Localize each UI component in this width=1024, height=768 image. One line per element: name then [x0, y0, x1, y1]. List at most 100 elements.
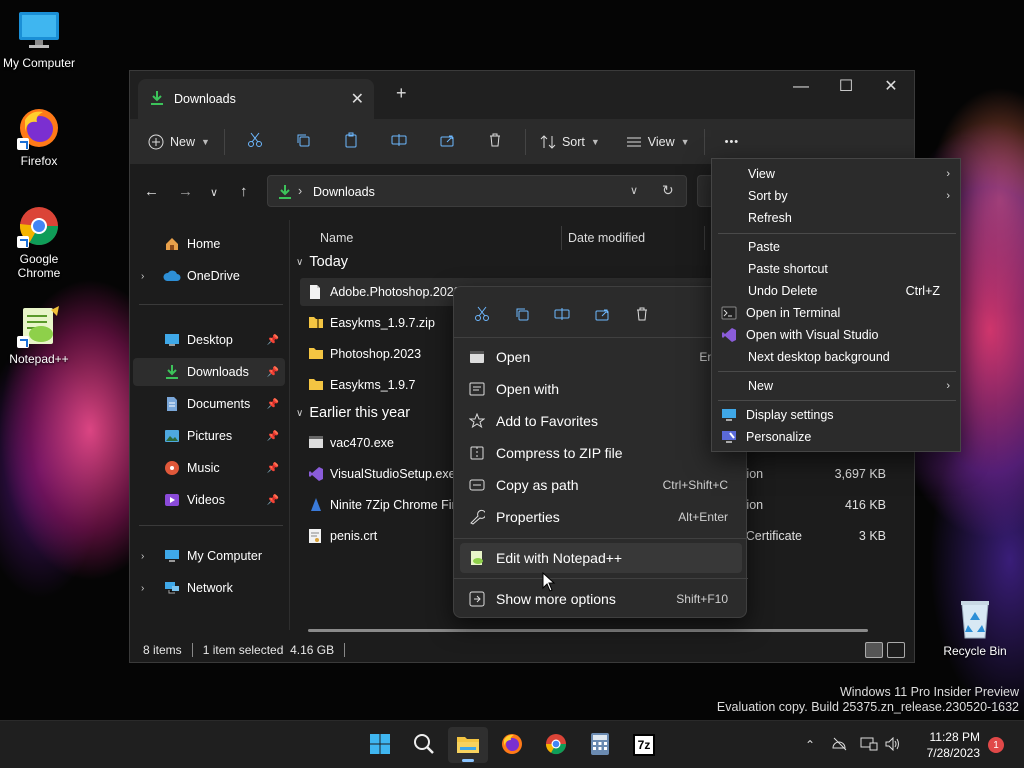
horizontal-scrollbar[interactable]	[308, 629, 868, 632]
cut-icon[interactable]	[462, 301, 502, 327]
menu-item-undo-delete[interactable]: Undo Delete Ctrl+Z	[716, 280, 958, 302]
taskbar-file-explorer[interactable]	[448, 727, 488, 763]
volume-icon[interactable]	[882, 736, 904, 754]
taskbar-firefox[interactable]	[492, 727, 532, 763]
menu-item-open-with-visual-studio[interactable]: Open with Visual Studio	[716, 324, 958, 346]
shortcut-text: Shift+F10	[676, 592, 728, 606]
menu-item-paste-shortcut[interactable]: Paste shortcut	[716, 258, 958, 280]
sidebar-item-desktop[interactable]: Desktop 📌	[133, 326, 285, 354]
sidebar-item-label: Desktop	[187, 333, 233, 347]
taskbar-7zip[interactable]: 7z	[624, 727, 664, 763]
column-header-date-modified[interactable]: Date modified	[568, 224, 645, 252]
notepadpp-icon	[468, 549, 486, 567]
mouse-cursor-icon	[542, 572, 556, 592]
context-item-edit-with-notepadpp[interactable]: Edit with Notepad++	[460, 543, 742, 573]
firefox-icon	[17, 106, 61, 150]
share-icon[interactable]	[582, 301, 622, 327]
sidebar-item-my-computer[interactable]: › My Computer	[133, 542, 285, 570]
chevron-right-icon[interactable]: ›	[141, 271, 144, 282]
menu-item-new[interactable]: New ›	[716, 375, 958, 397]
shortcut-text: Ctrl+Z	[905, 284, 940, 298]
sidebar-item-downloads[interactable]: Downloads 📌	[133, 358, 285, 386]
sidebar-item-network[interactable]: › Network	[133, 574, 285, 602]
sidebar-item-label: Documents	[187, 397, 251, 411]
menu-item-sort-by[interactable]: Sort by ›	[716, 185, 958, 207]
context-item-properties[interactable]: Properties Alt+Enter	[460, 502, 742, 532]
sidebar-item-music[interactable]: Music 📌	[133, 454, 285, 482]
pictures-icon	[163, 428, 181, 444]
details-view-icon[interactable]	[865, 642, 883, 658]
sidebar-item-pictures[interactable]: Pictures 📌	[133, 422, 285, 450]
show-hidden-icons-chevron-icon[interactable]: ⌃	[800, 738, 820, 752]
taskbar-calculator[interactable]	[580, 727, 620, 763]
desktop-icon-my-computer[interactable]: My Computer	[1, 8, 77, 70]
desktop-icon-notepadpp[interactable]: Notepad++	[1, 304, 77, 366]
context-item-add-to-favorites[interactable]: Add to Favorites	[460, 406, 742, 436]
context-item-open-with[interactable]: Open with	[460, 374, 742, 404]
tiles-view-icon[interactable]	[887, 642, 905, 658]
trash-icon[interactable]	[622, 301, 662, 327]
sidebar-item-label: Home	[187, 237, 221, 251]
desktop-icon-label: Google Chrome	[17, 252, 61, 280]
menu-item-label: Open in Terminal	[746, 306, 841, 320]
group-header-earlier-this-year[interactable]: ∨ Earlier this year	[296, 405, 410, 421]
menu-item-label: Paste	[748, 240, 780, 254]
network-disconnected-icon[interactable]	[824, 737, 856, 754]
context-item-copy-as-path[interactable]: Copy as path Ctrl+Shift+C	[460, 470, 742, 500]
desktop-icon-chrome[interactable]: Google Chrome	[1, 204, 77, 280]
monitor-icon	[17, 8, 61, 52]
clock[interactable]: 11:28 PM 7/28/2023	[912, 729, 980, 761]
shortcut-arrow-icon	[17, 236, 29, 248]
start-button[interactable]	[360, 727, 400, 763]
pin-icon[interactable]: 📌	[267, 495, 279, 506]
menu-item-paste[interactable]: Paste	[716, 236, 958, 258]
sidebar-item-documents[interactable]: Documents 📌	[133, 390, 285, 418]
column-divider[interactable]	[704, 226, 705, 250]
file-name: Easykms_1.9.7.zip	[330, 316, 435, 330]
chevron-right-icon[interactable]: ›	[141, 551, 144, 562]
search-icon	[413, 733, 435, 758]
sidebar-item-onedrive[interactable]: › OneDrive	[133, 262, 285, 290]
evaluation-watermark: Windows 11 Pro Insider Preview Evaluatio…	[717, 685, 1019, 715]
menu-item-view[interactable]: View ›	[716, 163, 958, 185]
watermark-edition: Windows 11 Pro Insider Preview	[839, 685, 1019, 699]
taskbar-chrome[interactable]	[536, 727, 576, 763]
group-header-today[interactable]: ∨ Today	[296, 254, 348, 270]
pin-icon[interactable]: 📌	[267, 367, 279, 378]
file-name: Ninite 7Zip Chrome Fire	[330, 498, 463, 512]
folder-icon	[308, 346, 324, 362]
pin-icon[interactable]: 📌	[267, 463, 279, 474]
context-item-open[interactable]: Open Enter	[460, 342, 742, 372]
shortcut-arrow-icon	[17, 138, 29, 150]
desktop-icon-label: Recycle Bin	[943, 644, 1007, 658]
chevron-right-icon[interactable]: ›	[141, 583, 144, 594]
copy-icon[interactable]	[502, 301, 542, 327]
search-button[interactable]	[404, 727, 444, 763]
videos-icon	[163, 492, 181, 508]
column-header-name[interactable]: Name	[320, 224, 353, 252]
menu-item-refresh[interactable]: Refresh	[716, 207, 958, 229]
notification-badge[interactable]: 1	[988, 737, 1004, 753]
pin-icon[interactable]: 📌	[267, 431, 279, 442]
selection-info: 1 item selected 4.16 GB	[202, 643, 335, 657]
menu-item-next-background[interactable]: Next desktop background	[716, 346, 958, 368]
menu-item-display-settings[interactable]: Display settings	[716, 404, 958, 426]
menu-item-personalize[interactable]: Personalize	[716, 426, 958, 448]
pin-icon[interactable]: 📌	[267, 335, 279, 346]
context-item-show-more-options[interactable]: Show more options Shift+F10	[460, 584, 742, 614]
desktop-icon-recycle-bin[interactable]: Recycle Bin	[937, 596, 1013, 658]
menu-divider	[718, 400, 956, 401]
chevron-right-icon: ›	[946, 380, 950, 392]
context-item-compress-zip[interactable]: Compress to ZIP file	[460, 438, 742, 468]
group-label: Today	[309, 254, 349, 270]
monitor-network-icon[interactable]	[856, 737, 882, 754]
pin-icon[interactable]: 📌	[267, 399, 279, 410]
menu-divider	[454, 337, 748, 338]
menu-item-open-in-terminal[interactable]: Open in Terminal	[716, 302, 958, 324]
sidebar-item-videos[interactable]: Videos 📌	[133, 486, 285, 514]
firefox-icon	[500, 732, 524, 759]
column-divider[interactable]	[561, 226, 562, 250]
desktop-icon-firefox[interactable]: Firefox	[1, 106, 77, 168]
rename-icon[interactable]	[542, 301, 582, 327]
sidebar-item-home[interactable]: Home	[133, 230, 285, 258]
